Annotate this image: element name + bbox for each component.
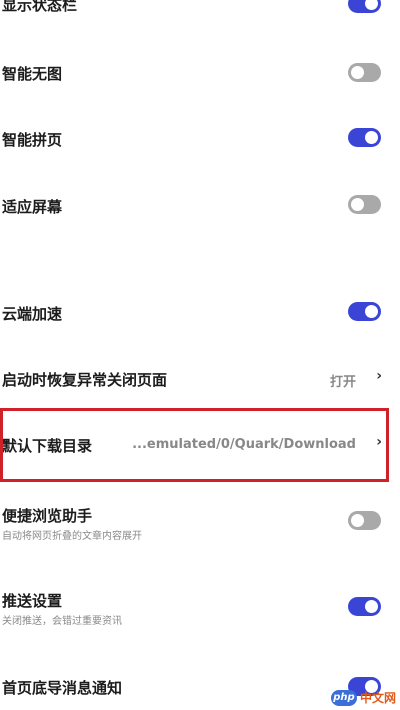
setting-subtitle: 自动将网页折叠的文章内容展开 (2, 531, 142, 542)
smart-no-image-toggle[interactable] (348, 63, 381, 82)
setting-label: 推送设置 (2, 592, 63, 610)
setting-label: 便捷浏览助手 (2, 507, 93, 525)
toggle-knob (351, 66, 364, 79)
setting-push: 推送设置 关闭推送，会错过重要资讯 (0, 590, 400, 630)
setting-smart-no-image: 智能无图 (0, 60, 400, 88)
setting-cloud-accel: 云端加速 (0, 300, 400, 328)
setting-restore-pages[interactable]: 启动时恢复异常关闭页面 打开 › (0, 366, 400, 394)
setting-label: 首页底导消息通知 (2, 679, 123, 697)
setting-label: 智能拼页 (2, 131, 63, 149)
setting-label: 智能无图 (2, 65, 63, 83)
php-logo-icon: php (330, 689, 357, 706)
setting-value: 打开 (329, 375, 356, 390)
toggle-knob (351, 514, 364, 527)
setting-label: 显示状态栏 (2, 0, 78, 14)
setting-fit-screen: 适应屏幕 (0, 193, 400, 221)
cloud-accel-toggle[interactable] (348, 302, 381, 321)
setting-quick-browse: 便捷浏览助手 自动将网页折叠的文章内容展开 (0, 505, 400, 545)
setting-smart-page-join: 智能拼页 (0, 126, 400, 154)
toggle-knob (365, 131, 378, 144)
quick-browse-toggle[interactable] (348, 511, 381, 530)
setting-subtitle: 关闭推送，会错过重要资讯 (2, 616, 122, 627)
setting-label: 云端加速 (2, 305, 63, 323)
highlight-box (0, 408, 389, 482)
watermark: php 中文网 (330, 689, 396, 706)
toggle-knob (351, 198, 364, 211)
toggle-knob (365, 0, 378, 10)
push-toggle[interactable] (348, 597, 381, 616)
setting-label: 启动时恢复异常关闭页面 (2, 371, 168, 389)
chevron-right-icon: › (376, 368, 382, 384)
smart-page-join-toggle[interactable] (348, 128, 381, 147)
toggle-knob (365, 305, 378, 318)
toggle-knob (365, 600, 378, 613)
setting-label: 适应屏幕 (2, 198, 63, 216)
status-bar-toggle[interactable] (348, 0, 381, 13)
setting-show-status-bar: 显示状态栏 (0, 0, 400, 20)
watermark-text: 中文网 (359, 691, 396, 705)
fit-screen-toggle[interactable] (348, 195, 381, 214)
